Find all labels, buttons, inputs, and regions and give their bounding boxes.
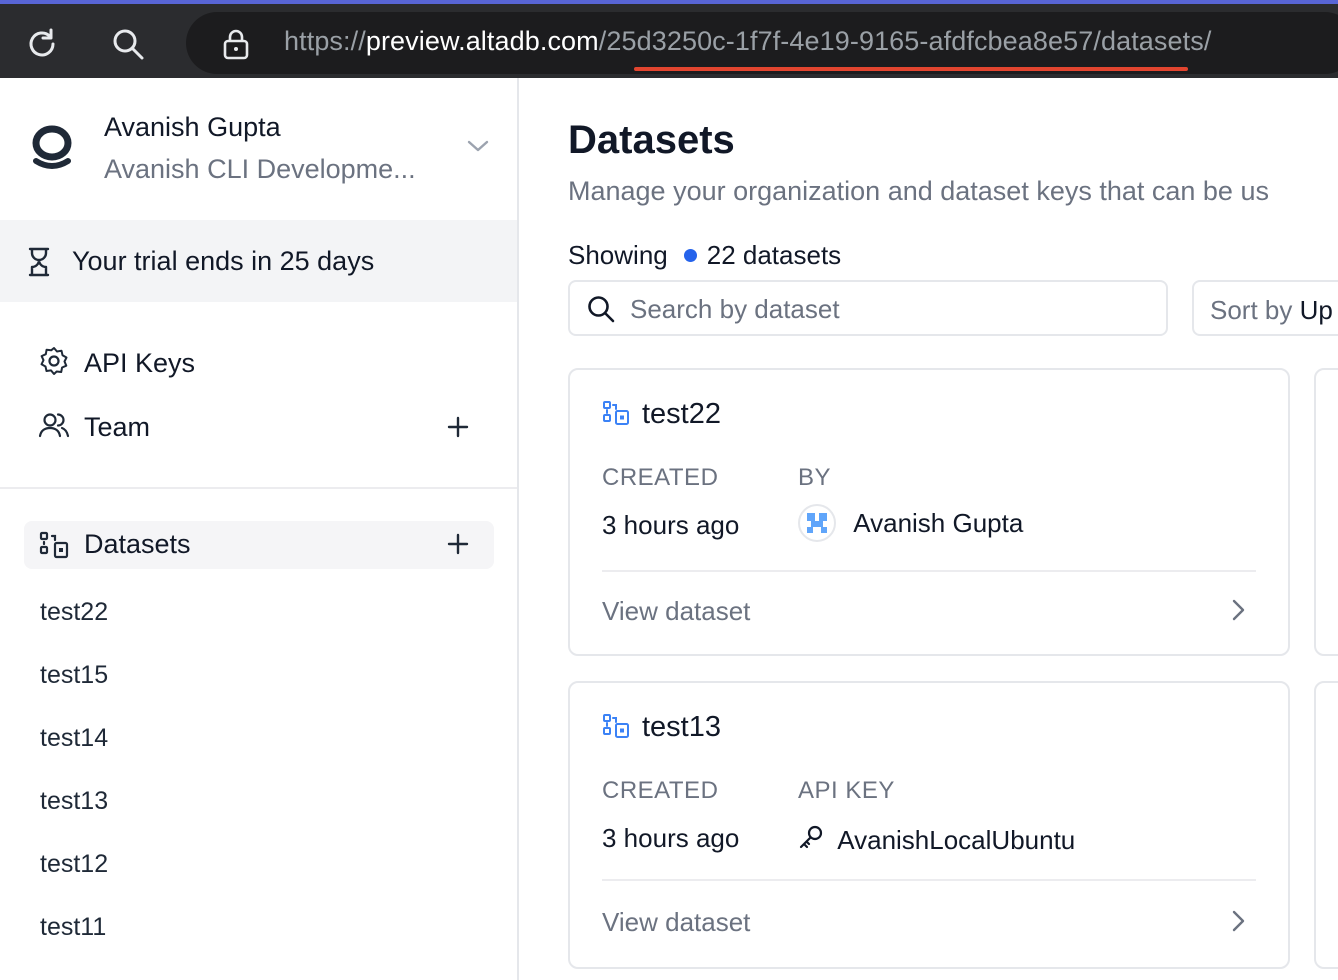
org-user-name: Avanish Gupta [104, 112, 281, 142]
sidebar-dataset-link[interactable]: test11 [40, 913, 106, 942]
users-icon [38, 409, 70, 446]
dataset-count: 22 datasets [706, 240, 842, 270]
url-text: https://preview.altadb.com/25d3250c-1f7f… [284, 26, 1211, 57]
view-dataset-link[interactable]: View dataset [602, 907, 750, 938]
sidebar-item-datasets[interactable]: Datasets [24, 521, 494, 569]
created-by-user: Avanish Gupta [798, 504, 1023, 542]
dataset-card-partial[interactable] [1314, 368, 1338, 656]
key-icon [798, 824, 824, 857]
dataset-card[interactable]: test13 CREATED API KEY 3 hours ago Avani… [568, 681, 1290, 969]
lock-icon [222, 28, 250, 65]
sort-value: Up [1299, 295, 1333, 325]
avatar [798, 504, 836, 542]
page-title: Datasets [568, 118, 735, 162]
gear-icon [38, 345, 70, 382]
sidebar-item-api-keys[interactable]: API Keys [38, 343, 195, 383]
search-input[interactable] [630, 292, 1150, 326]
datasets-icon [38, 531, 70, 566]
card-divider [602, 879, 1256, 881]
chevron-down-icon[interactable] [466, 138, 490, 159]
org-logo-icon [30, 123, 74, 178]
sidebar-dataset-link[interactable]: test12 [40, 850, 108, 879]
chevron-right-icon[interactable] [1230, 909, 1246, 938]
hourglass-icon [26, 247, 52, 282]
api-key-value: AvanishLocalUbuntu [798, 823, 1075, 857]
showing-label: Showing [568, 240, 668, 270]
add-team-member-button[interactable] [446, 415, 470, 444]
sidebar-dataset-link[interactable]: test22 [40, 598, 108, 627]
trial-text: Your trial ends in 25 days [72, 246, 375, 276]
sidebar-dataset-link[interactable]: test13 [40, 787, 108, 816]
sidebar-item-label: API Keys [84, 347, 196, 378]
created-label: CREATED [602, 777, 719, 804]
api-key-name: AvanishLocalUbuntu [837, 824, 1076, 855]
main-content: Datasets Manage your organization and da… [521, 78, 1338, 980]
search-icon[interactable] [110, 26, 146, 62]
created-value: 3 hours ago [602, 510, 740, 540]
dataset-name[interactable]: test13 [642, 711, 721, 744]
url-path: /25d3250c-1f7f-4e19-9165-afdfcbea8e57/da… [598, 26, 1212, 56]
page-subtitle: Manage your organization and dataset key… [568, 176, 1269, 206]
sidebar-item-label: Datasets [84, 529, 191, 559]
sidebar-dataset-link[interactable]: test15 [40, 661, 108, 690]
url-scheme: https:// [284, 26, 366, 56]
created-by-label: BY [798, 464, 832, 491]
sidebar-divider [0, 487, 517, 489]
creator-name: Avanish Gupta [853, 507, 1024, 538]
dataset-card[interactable]: test22 CREATED BY 3 hours ago Avanish Gu… [568, 368, 1290, 656]
sidebar-dataset-link[interactable]: test14 [40, 724, 108, 753]
sort-label: Sort by [1210, 295, 1293, 325]
trial-banner: Your trial ends in 25 days [0, 220, 517, 302]
api-key-label: API KEY [798, 777, 895, 804]
reload-icon[interactable] [24, 26, 60, 62]
chevron-right-icon[interactable] [1230, 598, 1246, 627]
address-bar[interactable]: https://preview.altadb.com/25d3250c-1f7f… [186, 12, 1338, 74]
org-subtitle: Avanish CLI Developme... [104, 154, 416, 184]
dataset-name[interactable]: test22 [642, 398, 721, 431]
sidebar-item-team[interactable]: Team [38, 407, 150, 447]
sidebar: Avanish Gupta Avanish CLI Developme... Y… [0, 78, 519, 980]
url-highlight-underline [634, 67, 1188, 71]
url-host: preview.altadb.com [365, 26, 599, 56]
sort-dropdown[interactable]: Sort by Up [1192, 280, 1338, 336]
browser-toolbar: https://preview.altadb.com/25d3250c-1f7f… [0, 0, 1338, 78]
search-box[interactable] [568, 280, 1168, 336]
dataset-icon [602, 713, 630, 746]
showing-count: Showing 22 datasets [568, 240, 841, 271]
status-dot [683, 249, 697, 262]
add-dataset-button[interactable] [446, 532, 470, 561]
created-label: CREATED [602, 464, 719, 491]
card-divider [602, 570, 1256, 572]
view-dataset-link[interactable]: View dataset [602, 596, 750, 627]
dataset-icon [602, 400, 630, 433]
search-icon [586, 294, 616, 329]
created-value: 3 hours ago [602, 823, 740, 853]
sidebar-item-label: Team [84, 411, 151, 442]
dataset-card-partial[interactable] [1314, 681, 1338, 969]
